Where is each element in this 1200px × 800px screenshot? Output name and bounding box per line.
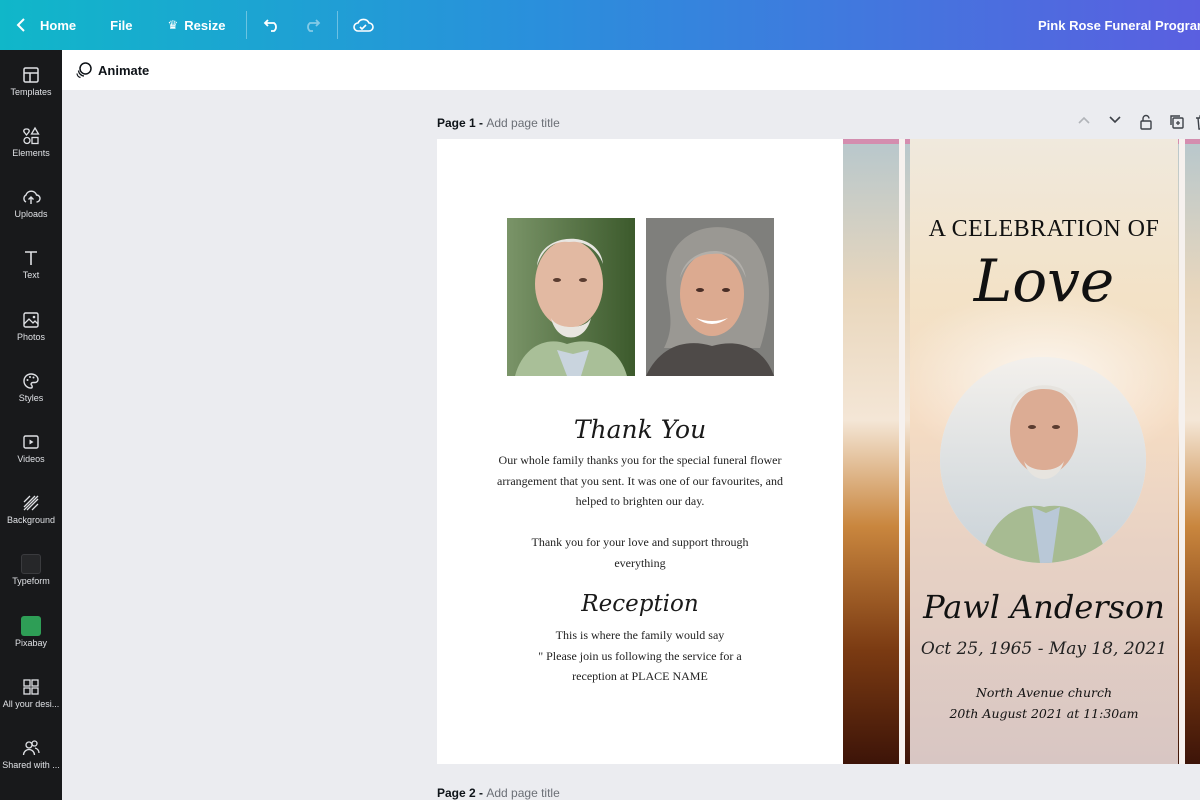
text-line: This is where the family would say xyxy=(555,628,725,642)
sidebar-item-label: Photos xyxy=(16,332,46,342)
all-designs-icon xyxy=(23,679,39,695)
page-title-input[interactable]: Add page title xyxy=(486,116,559,130)
reception-heading[interactable]: Reception xyxy=(437,591,843,617)
celebration-heading[interactable]: A CELEBRATION OF xyxy=(910,216,1178,243)
sidebar-item-label: Background xyxy=(6,515,56,525)
page-title-input[interactable]: Add page title xyxy=(486,786,559,800)
reception-text[interactable]: This is where the family would say " Ple… xyxy=(437,625,843,687)
sidebar-item-typeform[interactable]: Typeform xyxy=(0,554,62,610)
sidebar-item-label: Uploads xyxy=(14,209,48,219)
sidebar-item-label: Typeform xyxy=(12,576,50,586)
toolbar-divider xyxy=(245,11,247,39)
text-line: helped to brighten our day. xyxy=(575,494,705,508)
resize-label: Resize xyxy=(184,17,226,33)
divider-stripe xyxy=(1179,139,1185,764)
sidebar-item-label: Styles xyxy=(18,393,44,403)
love-script-heading[interactable]: Love xyxy=(910,247,1178,315)
page-tools xyxy=(1068,114,1200,134)
deceased-name[interactable]: Pawl Anderson xyxy=(910,588,1178,626)
animate-icon[interactable] xyxy=(74,60,94,80)
toolbar-divider xyxy=(336,11,338,39)
divider-stripe xyxy=(899,139,905,764)
back-chevron-icon[interactable] xyxy=(16,0,32,50)
pixabay-icon xyxy=(21,616,41,636)
sidebar-item-label: Videos xyxy=(17,454,45,464)
crown-icon: ♛ xyxy=(167,18,179,32)
page-number-label: Page 2 - xyxy=(437,786,487,800)
shared-icon xyxy=(22,740,40,756)
resize-button[interactable]: ♛ Resize xyxy=(168,0,226,50)
home-button[interactable]: Home xyxy=(40,0,76,50)
page-1-header: Page 1 - Add page title xyxy=(437,116,560,130)
sidebar-item-templates[interactable]: Templates xyxy=(0,65,62,121)
cloud-saved-icon[interactable] xyxy=(352,0,374,50)
program-cover-card[interactable]: A CELEBRATION OF Love Pawl Anderson Oct … xyxy=(910,139,1178,764)
background-icon xyxy=(23,495,39,511)
photo-man[interactable] xyxy=(507,218,635,376)
document-title[interactable]: Pink Rose Funeral Program T xyxy=(1038,0,1200,50)
sidebar-item-background[interactable]: Background xyxy=(0,493,62,549)
upload-icon xyxy=(23,190,41,204)
text-line: Thank you for your love and support thro… xyxy=(531,535,749,549)
sidebar-item-label: Pixabay xyxy=(14,638,48,648)
life-dates[interactable]: Oct 25, 1965 - May 18, 2021 xyxy=(910,639,1178,659)
text-line: Our whole family thanks you for the spec… xyxy=(498,453,782,467)
thank-you-heading[interactable]: Thank You xyxy=(437,415,843,444)
file-menu-button[interactable]: File xyxy=(110,0,132,50)
lock-page-icon[interactable] xyxy=(1130,114,1161,134)
text-line: " Please join us following the service f… xyxy=(538,648,742,663)
context-toolbar: Animate xyxy=(62,50,1200,90)
templates-icon xyxy=(23,67,39,83)
design-page-1[interactable]: Thank You Our whole family thanks you fo… xyxy=(437,139,1200,764)
sidebar-item-text[interactable]: Text xyxy=(0,248,62,304)
thank-you-text[interactable]: Our whole family thanks you for the spec… xyxy=(437,450,843,512)
top-toolbar: Home File ♛ Resize Pink Rose Funeral Pro… xyxy=(0,0,1200,50)
sidebar-item-shared[interactable]: Shared with ... xyxy=(0,738,62,794)
support-text[interactable]: Thank you for your love and support thro… xyxy=(437,532,843,573)
photos-icon xyxy=(23,312,39,328)
sidebar-item-elements[interactable]: Elements xyxy=(0,126,62,182)
sidebar-item-label: Elements xyxy=(12,148,50,158)
page-2-header: Page 2 - Add page title xyxy=(437,786,560,800)
photo-woman[interactable] xyxy=(646,218,774,376)
sidebar-item-label: Templates xyxy=(10,87,52,97)
video-icon xyxy=(23,435,39,449)
animate-button[interactable]: Animate xyxy=(98,63,149,78)
sidebar-item-pixabay[interactable]: Pixabay xyxy=(0,616,62,672)
move-page-up-icon[interactable] xyxy=(1068,114,1099,134)
typeform-icon xyxy=(21,554,41,574)
portrait-circle[interactable] xyxy=(940,357,1146,563)
duplicate-page-icon[interactable] xyxy=(1161,114,1192,134)
sidebar-item-label: Shared with ... xyxy=(2,760,60,770)
delete-page-icon[interactable] xyxy=(1192,114,1200,134)
palette-icon xyxy=(23,373,39,389)
left-sidebar: Templates Elements Uploads Text Photos S… xyxy=(0,50,62,800)
sidebar-item-uploads[interactable]: Uploads xyxy=(0,187,62,243)
undo-icon[interactable] xyxy=(263,0,283,50)
text-icon xyxy=(25,251,37,265)
sidebar-item-styles[interactable]: Styles xyxy=(0,371,62,427)
text-line: everything xyxy=(614,555,666,570)
sidebar-item-photos[interactable]: Photos xyxy=(0,310,62,366)
sidebar-item-videos[interactable]: Videos xyxy=(0,432,62,488)
elements-icon xyxy=(23,126,40,145)
venue-text: North Avenue church xyxy=(975,685,1113,700)
move-page-down-icon[interactable] xyxy=(1099,114,1130,134)
sidebar-item-all-designs[interactable]: All your desi... xyxy=(0,677,62,733)
text-line: arrangement that you sent. It was one of… xyxy=(497,473,783,488)
text-line: reception at PLACE NAME xyxy=(572,669,708,683)
sidebar-item-label: All your desi... xyxy=(2,699,60,709)
service-details[interactable]: North Avenue church 20th August 2021 at … xyxy=(910,682,1178,724)
sidebar-item-label: Text xyxy=(22,270,40,280)
redo-icon[interactable] xyxy=(303,0,323,50)
page-number-label: Page 1 - xyxy=(437,116,487,130)
service-time-text: 20th August 2021 at 11:30am xyxy=(949,706,1139,721)
